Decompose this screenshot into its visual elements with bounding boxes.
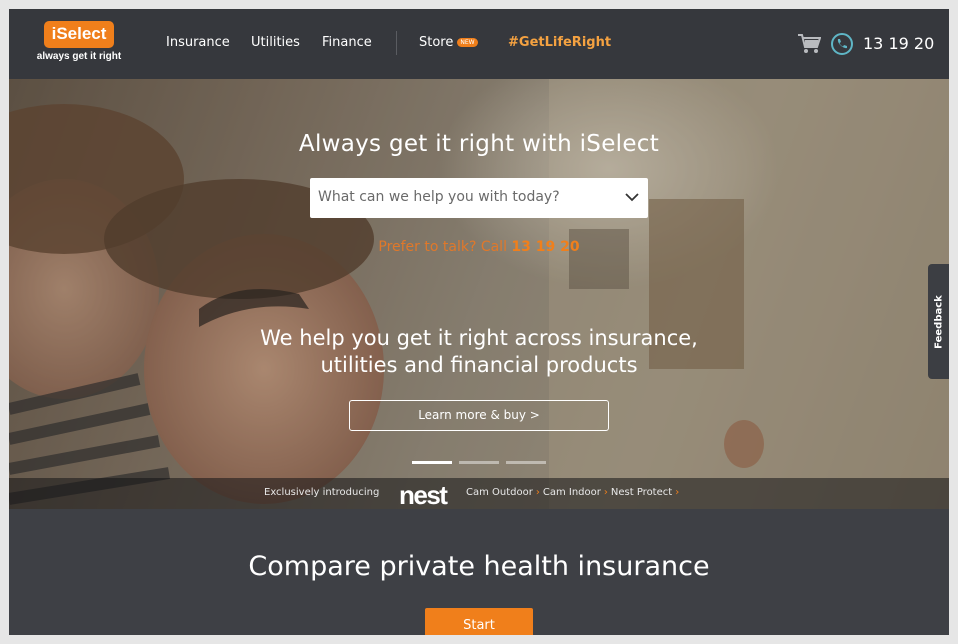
logo-wordmark: iSelect [43, 21, 115, 48]
hero-banner: Always get it right with iSelect What ca… [9, 79, 949, 509]
phone-icon[interactable] [831, 33, 853, 55]
hero-headline-line1: We help you get it right across insuranc… [260, 326, 698, 350]
nav-item-store[interactable]: Store NEW [419, 35, 478, 50]
page-frame: iSelect always get it right Insurance Ut… [9, 9, 949, 635]
start-button[interactable]: Start [425, 608, 533, 635]
feedback-label: Feedback [933, 294, 944, 349]
feedback-tab[interactable]: Feedback [928, 264, 949, 379]
nav-item-utilities[interactable]: Utilities [251, 35, 300, 50]
compare-title: Compare private health insurance [248, 551, 710, 582]
nest-separator: › [535, 487, 540, 498]
nest-logo[interactable]: nest [399, 480, 448, 509]
store-label: Store [419, 35, 454, 50]
logo-tagline: always get it right [36, 51, 122, 62]
hero-headline: We help you get it right across insuranc… [9, 325, 949, 379]
learn-more-button[interactable]: Learn more & buy > [349, 400, 609, 431]
select-placeholder: What can we help you with today? [318, 189, 560, 205]
carousel-dot-3[interactable] [506, 461, 546, 464]
site-header: iSelect always get it right Insurance Ut… [9, 9, 949, 79]
help-topic-select[interactable]: What can we help you with today? [310, 178, 648, 218]
new-badge: NEW [457, 38, 478, 47]
prefer-to-talk: Prefer to talk? Call 13 19 20 [9, 239, 949, 255]
carousel-dot-1[interactable] [412, 461, 452, 464]
nest-separator: › [603, 487, 608, 498]
nest-links: Cam Outdoor › Cam Indoor › Nest Protect › [466, 487, 682, 498]
nav-divider [396, 31, 397, 55]
nav-item-finance[interactable]: Finance [322, 35, 372, 50]
nav-item-getliferight[interactable]: #GetLifeRight [508, 35, 611, 50]
talk-phone-number[interactable]: 13 19 20 [511, 239, 579, 255]
nest-link-nest-protect[interactable]: Nest Protect [611, 487, 672, 498]
shopping-cart-icon[interactable] [797, 33, 821, 55]
nest-separator: › [675, 487, 680, 498]
nav-item-insurance[interactable]: Insurance [166, 35, 230, 50]
compare-section: Compare private health insurance Start [9, 509, 949, 635]
nest-link-cam-outdoor[interactable]: Cam Outdoor [466, 487, 533, 498]
header-phone-number[interactable]: 13 19 20 [863, 34, 934, 53]
talk-text: Prefer to talk? Call [378, 239, 507, 255]
nest-intro-text: Exclusively introducing [264, 487, 380, 498]
nest-promo-bar: Exclusively introducing nest Cam Outdoor… [9, 478, 949, 509]
iselect-logo[interactable]: iSelect always get it right [33, 21, 125, 62]
chevron-down-icon [625, 193, 639, 202]
carousel-dot-2[interactable] [459, 461, 499, 464]
nest-link-cam-indoor[interactable]: Cam Indoor [543, 487, 601, 498]
hero-title: Always get it right with iSelect [298, 131, 660, 157]
hero-headline-line2: utilities and financial products [320, 353, 638, 377]
